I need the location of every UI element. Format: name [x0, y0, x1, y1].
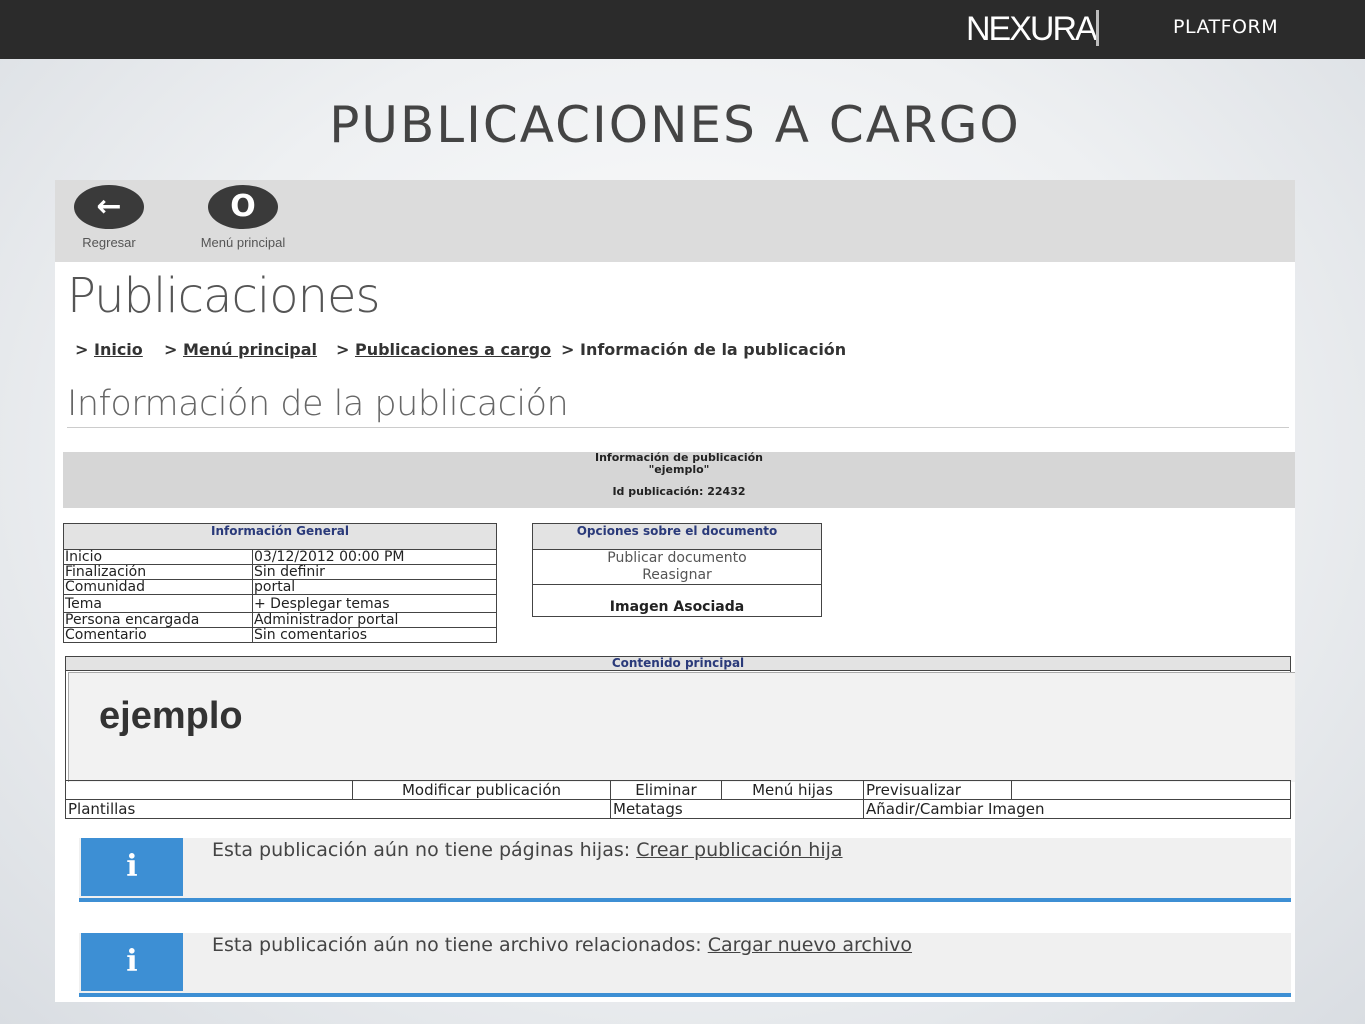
expand-topics-link[interactable]: + Desplegar temas: [252, 594, 497, 613]
publication-actions-table: Modificar publicación Eliminar Menú hija…: [65, 780, 1291, 819]
product-name: PLATFORM: [1173, 16, 1279, 38]
notice-message: Esta publicación aún no tiene archivo re…: [212, 934, 708, 956]
associated-image-label: Imagen Asociada: [533, 584, 821, 616]
breadcrumb-current: > Información de la publicación: [561, 340, 847, 359]
empty-cell: [65, 780, 353, 800]
page-title: Publicaciones: [67, 268, 381, 324]
document-options-header: Opciones sobre el documento: [533, 524, 821, 550]
document-options-panel: Opciones sobre el documento Publicar doc…: [532, 523, 822, 617]
row-label: Comunidad: [63, 579, 253, 595]
publish-document-link[interactable]: Publicar documento: [533, 550, 821, 567]
row-label: Inicio: [63, 549, 253, 565]
app-screenshot: ← Regresar O Menú principal Publicacione…: [55, 180, 1295, 1002]
main-menu-button-label: Menú principal: [200, 235, 286, 250]
breadcrumb-link-inicio[interactable]: Inicio: [94, 340, 143, 359]
preview-button[interactable]: Previsualizar: [863, 780, 1012, 800]
general-info-header: Información General: [63, 523, 497, 550]
row-value: 03/12/2012 00:00 PM: [252, 549, 497, 565]
row-value: Sin comentarios: [252, 627, 497, 643]
table-row: Tema + Desplegar temas: [63, 594, 497, 613]
table-row: Modificar publicación Eliminar Menú hija…: [65, 780, 1291, 800]
row-value: Administrador portal: [252, 612, 497, 628]
notice-message: Esta publicación aún no tiene páginas hi…: [212, 839, 637, 861]
delete-button[interactable]: Eliminar: [610, 780, 722, 800]
brand-logo: NEXURA: [966, 10, 1098, 48]
upload-file-link[interactable]: Cargar nuevo archivo: [708, 934, 912, 956]
toolbar: ← Regresar O Menú principal: [55, 180, 1295, 262]
notice-text: Esta publicación aún no tiene archivo re…: [212, 934, 912, 956]
section-divider: [67, 427, 1289, 428]
section-title: Información de la publicación: [67, 384, 569, 424]
table-row: Comentario Sin comentarios: [63, 627, 497, 643]
reassign-link[interactable]: Reasignar: [533, 567, 821, 584]
row-label: Persona encargada: [63, 612, 253, 628]
publication-info-bar: Información de publicación "ejemplo" Id …: [63, 452, 1295, 508]
table-row: Comunidad portal: [63, 579, 497, 595]
breadcrumb-item: > Menú principal: [164, 340, 318, 359]
info-icon: i: [81, 933, 183, 991]
row-label: Comentario: [63, 627, 253, 643]
breadcrumb-current-label: Información de la publicación: [579, 340, 847, 359]
info-bar-name: "ejemplo": [648, 463, 710, 476]
main-content-body: ejemplo: [68, 672, 1295, 782]
arrow-left-icon: ←: [74, 185, 144, 229]
related-files-notice: i Esta publicación aún no tiene archivo …: [79, 933, 1291, 997]
brand-divider: [1096, 10, 1099, 46]
content-title: ejemplo: [99, 695, 243, 737]
back-button[interactable]: ← Regresar: [69, 185, 149, 250]
modify-publication-button[interactable]: Modificar publicación: [352, 780, 611, 800]
breadcrumb-item: > Inicio: [75, 340, 143, 359]
general-info-table: Información General Inicio 03/12/2012 00:…: [63, 523, 497, 643]
back-button-label: Regresar: [82, 235, 136, 250]
breadcrumb-link-publicaciones[interactable]: Publicaciones a cargo: [355, 340, 551, 359]
circle-icon: O: [208, 185, 278, 229]
main-menu-button[interactable]: O Menú principal: [183, 185, 303, 250]
slide-title: PUBLICACIONES A CARGO: [329, 96, 1021, 154]
child-pages-notice: i Esta publicación aún no tiene páginas …: [79, 838, 1291, 902]
table-row: Inicio 03/12/2012 00:00 PM: [63, 549, 497, 565]
table-row: Finalización Sin definir: [63, 564, 497, 580]
info-bar-id: Id publicación: 22432: [612, 485, 746, 498]
child-menu-button[interactable]: Menú hijas: [721, 780, 864, 800]
row-label: Tema: [63, 594, 253, 613]
metatags-button[interactable]: Metatags: [610, 799, 864, 819]
table-row: Persona encargada Administrador portal: [63, 612, 497, 628]
top-bar: NEXURA PLATFORM: [0, 0, 1365, 59]
row-value: portal: [252, 579, 497, 595]
templates-button[interactable]: Plantillas: [65, 799, 611, 819]
main-content-header: Contenido principal: [66, 657, 1290, 671]
create-child-publication-link[interactable]: Crear publicación hija: [636, 839, 842, 861]
empty-cell: [1011, 780, 1291, 800]
row-value: Sin definir: [252, 564, 497, 580]
change-image-button[interactable]: Añadir/Cambiar Imagen: [863, 799, 1291, 819]
breadcrumb-item: > Publicaciones a cargo: [336, 340, 552, 359]
info-icon: i: [81, 838, 183, 896]
notice-text: Esta publicación aún no tiene páginas hi…: [212, 839, 843, 861]
row-label: Finalización: [63, 564, 253, 580]
breadcrumb-link-menu[interactable]: Menú principal: [183, 340, 317, 359]
main-content-panel: Contenido principal ejemplo: [65, 656, 1295, 782]
table-row: Plantillas Metatags Añadir/Cambiar Image…: [65, 799, 1291, 819]
